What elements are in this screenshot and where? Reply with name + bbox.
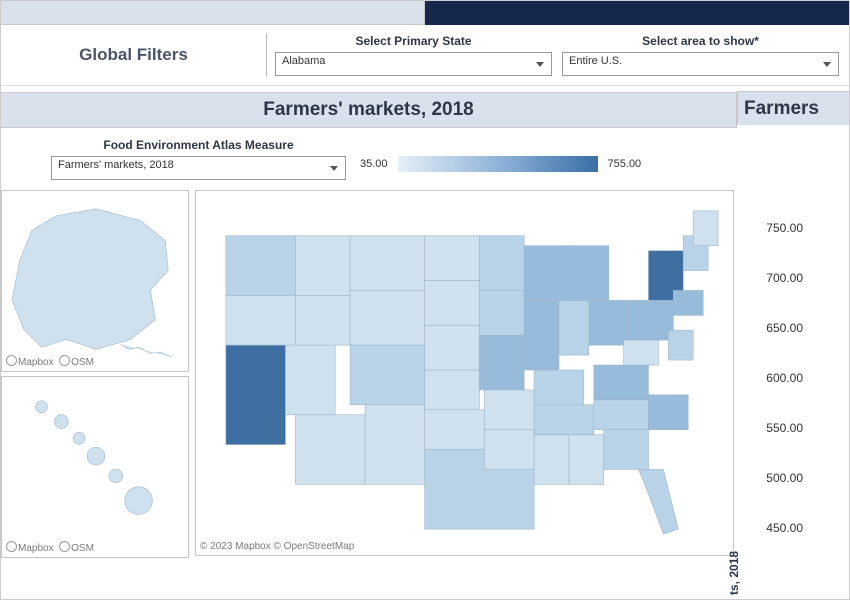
tab-right[interactable] xyxy=(425,1,849,25)
alaska-map xyxy=(2,191,188,369)
tick: 650.00 xyxy=(766,321,803,335)
hi-mapbox: Mapbox xyxy=(18,543,54,554)
divider xyxy=(266,33,267,77)
global-filters-heading: Global Filters xyxy=(1,45,266,65)
ak-attrib: Mapbox OSM xyxy=(6,354,94,368)
us-attrib: © 2023 Mapbox © OpenStreetMap xyxy=(200,541,354,552)
area-label: Select area to show* xyxy=(562,34,839,48)
primary-state-filter: Select Primary State Alabama xyxy=(275,34,562,76)
measure-row: Food Environment Atlas Measure Farmers' … xyxy=(1,132,736,190)
hawaii-pane[interactable]: Mapbox OSM xyxy=(1,376,189,558)
color-legend: 35.00 755.00 xyxy=(360,156,641,172)
primary-state-select[interactable]: Alabama xyxy=(275,52,552,76)
hi-osm: OSM xyxy=(71,543,94,554)
tab-left[interactable] xyxy=(1,1,425,25)
tick: 600.00 xyxy=(766,371,803,385)
measure-label: Food Environment Atlas Measure xyxy=(51,138,346,152)
tick: 500.00 xyxy=(766,471,803,485)
ak-mapbox: Mapbox xyxy=(18,357,54,368)
tick: 550.00 xyxy=(766,421,803,435)
top-tabs xyxy=(1,1,849,25)
tick: 700.00 xyxy=(766,271,803,285)
right-axis: 750.00 700.00 650.00 600.00 550.00 500.0… xyxy=(737,125,849,595)
tick: 750.00 xyxy=(766,221,803,235)
copyright-icon xyxy=(59,541,70,552)
right-title-band: Farmers xyxy=(737,91,849,127)
tick: 450.00 xyxy=(766,521,803,535)
legend-gradient xyxy=(398,156,598,172)
alaska-pane[interactable]: Mapbox OSM xyxy=(1,190,189,372)
area-filter: Select area to show* Entire U.S. xyxy=(562,34,849,76)
hawaii-map xyxy=(2,377,188,555)
measure-select[interactable]: Farmers' markets, 2018 xyxy=(51,156,346,180)
ak-osm: OSM xyxy=(71,357,94,368)
continental-us-pane[interactable]: © 2023 Mapbox © OpenStreetMap xyxy=(195,190,734,556)
area-value: Entire U.S. xyxy=(569,55,622,67)
inset-column: Mapbox OSM Mapbox OSM xyxy=(1,190,189,558)
right-panel-cut: Farmers xyxy=(737,91,849,127)
legend-min: 35.00 xyxy=(360,158,388,170)
primary-state-value: Alabama xyxy=(282,55,325,67)
app-frame: Global Filters Select Primary State Alab… xyxy=(0,0,850,600)
legend-max: 755.00 xyxy=(608,158,642,170)
copyright-icon xyxy=(6,355,17,366)
right-axis-label: ts, 2018 xyxy=(727,551,741,595)
us-map xyxy=(196,191,733,553)
right-axis-pane: 750.00 700.00 650.00 600.00 550.00 500.0… xyxy=(737,125,849,595)
global-filter-row: Global Filters Select Primary State Alab… xyxy=(1,25,849,86)
map-row: Mapbox OSM Mapbox OSM xyxy=(1,190,736,558)
right-title: Farmers xyxy=(744,98,819,120)
main-title-band: Farmers' markets, 2018 xyxy=(1,92,737,128)
main-column: Food Environment Atlas Measure Farmers' … xyxy=(1,132,736,558)
area-select[interactable]: Entire U.S. xyxy=(562,52,839,76)
primary-state-label: Select Primary State xyxy=(275,34,552,48)
copyright-icon xyxy=(59,355,70,366)
copyright-icon xyxy=(6,541,17,552)
main-title: Farmers' markets, 2018 xyxy=(263,99,474,121)
hi-attrib: Mapbox OSM xyxy=(6,540,94,554)
measure-value: Farmers' markets, 2018 xyxy=(58,159,174,171)
body-row: Food Environment Atlas Measure Farmers' … xyxy=(1,132,849,558)
measure-block: Food Environment Atlas Measure Farmers' … xyxy=(51,138,346,180)
